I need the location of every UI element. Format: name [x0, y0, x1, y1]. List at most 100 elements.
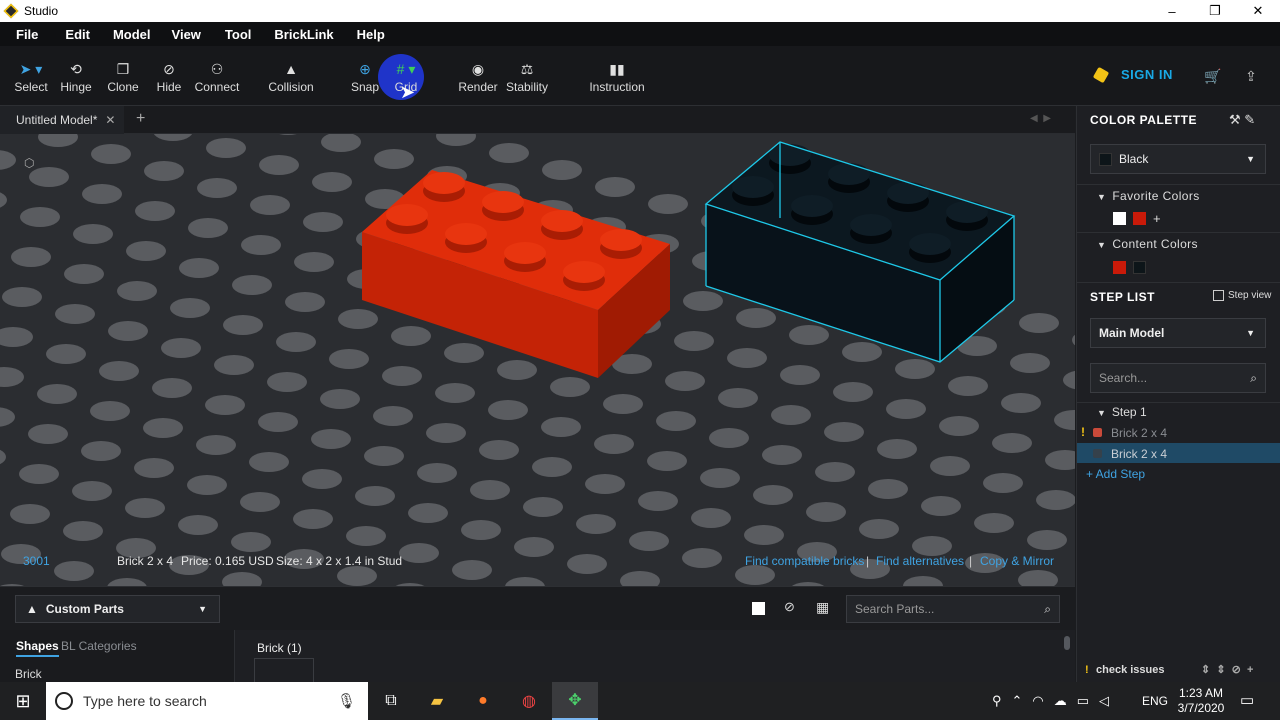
issue-controls-icon[interactable]: ⇕ ⇕ ⊘ +: [1201, 663, 1253, 676]
brick-stud-top: [386, 204, 428, 226]
close-button[interactable]: ✕: [1236, 0, 1280, 22]
color-dropdown[interactable]: Black ▼: [1090, 144, 1266, 174]
cart-icon[interactable]: 🛒: [1202, 65, 1224, 87]
microphone-icon[interactable]: 🎙: [337, 692, 356, 710]
add-step-button[interactable]: + Add Step: [1086, 467, 1145, 481]
paint-tool-icon[interactable]: ⚒ ✎: [1229, 112, 1255, 128]
select-tool[interactable]: ➤ ▾ Select: [14, 60, 47, 100]
model-dropdown[interactable]: Main Model ▼: [1090, 318, 1266, 348]
collision-tool[interactable]: ▲ Collision: [266, 60, 316, 100]
hinge-tool[interactable]: ⟲ Hinge: [58, 60, 94, 100]
step-search-input[interactable]: Search... ⌕: [1090, 363, 1266, 393]
tab-scroll-icon[interactable]: ◀ ▶: [1030, 113, 1051, 124]
file-explorer-icon[interactable]: ▰: [414, 682, 460, 720]
tab-shapes[interactable]: Shapes: [16, 639, 59, 657]
copy-mirror-link[interactable]: Copy & Mirror: [980, 554, 1054, 568]
baseplate-stud: [489, 143, 529, 163]
category-brick[interactable]: Brick: [15, 667, 42, 681]
find-alternatives-link[interactable]: Find alternatives: [876, 554, 964, 568]
part-size: Size: 4 x 2 x 1.4 in Stud: [276, 554, 403, 568]
view-color-icon[interactable]: ⊘: [784, 599, 795, 615]
view-grid-icon[interactable]: ▦: [816, 599, 829, 616]
content-colors-header[interactable]: ▼ Content Colors: [1097, 237, 1198, 251]
mouse-cursor-icon: ➤: [400, 82, 416, 102]
black-brick-selected[interactable]: [704, 141, 1016, 363]
baseplate-stud: [1045, 450, 1075, 470]
menu-help[interactable]: Help: [357, 27, 385, 42]
maximize-button[interactable]: ❐: [1193, 0, 1237, 22]
baseplate-stud: [20, 207, 60, 227]
red-swatch[interactable]: [1113, 261, 1126, 275]
baseplate-stud: [903, 576, 943, 586]
minimize-button[interactable]: –: [1150, 0, 1194, 22]
instruction-tool[interactable]: ▮▮ Instruction: [588, 60, 646, 100]
check-issues-bar: ! check issues ⇕ ⇕ ⊘ +: [1077, 658, 1280, 682]
black-swatch[interactable]: [1133, 261, 1146, 275]
view-cube-icon[interactable]: ⬡: [24, 156, 34, 170]
notifications-icon[interactable]: ▭: [1240, 691, 1254, 709]
baseplate-stud: [38, 134, 78, 147]
baseplate-stud: [435, 383, 475, 403]
clone-tool[interactable]: ❐ Clone: [104, 60, 142, 100]
firefox-icon[interactable]: ●: [460, 682, 506, 720]
baseplate-stud: [700, 468, 740, 488]
custom-parts-dropdown[interactable]: ▲ Custom Parts ▼: [15, 595, 220, 623]
stability-tool[interactable]: ⚖ Stability: [504, 60, 550, 100]
menu-file[interactable]: File: [16, 27, 38, 42]
tab-bl-categories[interactable]: BL Categories: [61, 639, 137, 653]
taskbar-search-box[interactable]: Type here to search 🎙: [46, 682, 368, 720]
scrollbar[interactable]: [1064, 636, 1070, 650]
baseplate-stud: [833, 382, 873, 402]
check-issues-label[interactable]: check issues: [1096, 664, 1165, 676]
baseplate-stud: [497, 360, 537, 380]
baseplate-stud: [91, 144, 131, 164]
tab-untitled-model[interactable]: Untitled Model* ✕: [0, 106, 124, 134]
favorite-colors-header[interactable]: ▼ Favorite Colors: [1097, 189, 1200, 203]
step-view-toggle[interactable]: Step view: [1213, 290, 1271, 301]
baseplate-stud: [674, 331, 714, 351]
tray-icons[interactable]: ⚲⌃◠☁▭◁: [992, 693, 1119, 709]
menu-edit[interactable]: Edit: [65, 27, 90, 42]
red-swatch[interactable]: [1133, 212, 1146, 226]
find-compatible-link[interactable]: Find compatible bricks: [745, 554, 864, 568]
baseplate-stud: [806, 502, 846, 522]
sign-in-button[interactable]: SIGN IN: [1092, 66, 1173, 83]
menu-tool[interactable]: Tool: [225, 27, 251, 42]
checkbox[interactable]: [1213, 290, 1224, 301]
upload-icon[interactable]: ⇪: [1240, 65, 1262, 87]
paint-app-icon[interactable]: ◍: [506, 682, 552, 720]
scene-canvas[interactable]: [0, 134, 1075, 586]
baseplate-stud: [789, 325, 829, 345]
baseplate-stud: [135, 201, 175, 221]
step-item[interactable]: ! Brick 2 x 4: [1077, 422, 1280, 442]
search-parts-input[interactable]: Search Parts... ⌕: [846, 595, 1060, 623]
hide-tool[interactable]: ⊘ Hide: [152, 60, 186, 100]
menu-bricklink[interactable]: BrickLink: [274, 27, 333, 42]
brick-stud-top: [909, 233, 951, 255]
menu-view[interactable]: View: [172, 27, 201, 42]
step-1[interactable]: ▼ Step 1: [1097, 405, 1147, 419]
3d-viewport[interactable]: ⬡: [0, 134, 1075, 586]
red-brick[interactable]: [362, 170, 670, 378]
add-color-icon[interactable]: +: [1153, 211, 1161, 226]
render-tool[interactable]: ◉ Render: [458, 60, 498, 100]
task-view-icon[interactable]: ⧉: [368, 682, 414, 720]
connect-tool[interactable]: ⚇ Connect: [194, 60, 240, 100]
black-swatch: [1099, 152, 1112, 166]
add-tab-icon[interactable]: +: [136, 110, 145, 128]
baseplate-stud: [939, 416, 979, 436]
baseplate-stud: [648, 194, 688, 214]
snap-tool[interactable]: ⊕ Snap: [348, 60, 382, 100]
step-item-selected[interactable]: Brick 2 x 4: [1077, 443, 1280, 463]
studio-taskbar-icon[interactable]: ✥: [552, 682, 598, 720]
baseplate-stud: [744, 525, 784, 545]
clock[interactable]: 1:23 AM 3/7/2020: [1176, 686, 1226, 716]
input-language[interactable]: ENG: [1142, 694, 1168, 708]
bricklink-icon: [1092, 66, 1110, 83]
view-large-icon[interactable]: [752, 602, 765, 615]
part-thumbnail[interactable]: [254, 658, 314, 682]
menu-model[interactable]: Model: [113, 27, 151, 42]
white-swatch[interactable]: [1113, 212, 1126, 226]
close-tab-icon[interactable]: ✕: [105, 113, 115, 127]
windows-start-icon[interactable]: ⊞: [0, 682, 46, 720]
